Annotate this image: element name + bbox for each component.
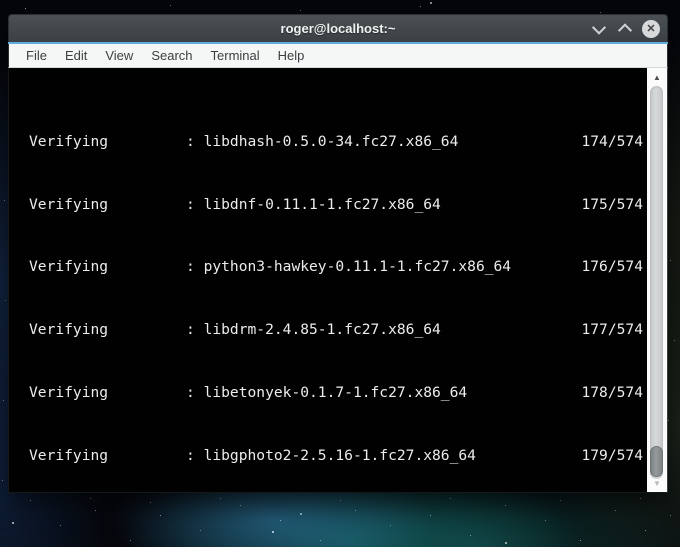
- menu-item[interactable]: File: [17, 44, 56, 67]
- package-name: python3-hawkey-0.11.1-1.fc27.x86_64: [203, 258, 512, 276]
- titlebar[interactable]: roger@localhost:~ ✕: [8, 14, 668, 42]
- verify-action-label: Verifying: [29, 195, 109, 213]
- terminal-line: Verifying : libetonyek-0.1.7-1.fc27.x86_…: [29, 385, 643, 401]
- starfield-bright: [0, 0, 2, 2]
- progress-counter: 174/574: [581, 132, 643, 150]
- window-controls: ✕: [590, 15, 660, 42]
- window-title: roger@localhost:~: [280, 21, 396, 36]
- menu-item[interactable]: Search: [142, 44, 201, 67]
- progress-counter: 179/574: [581, 446, 643, 464]
- package-name: libdrm-2.4.85-1.fc27.x86_64: [203, 321, 441, 339]
- terminal-line: Verifying : libdnf-0.11.1-1.fc27.x86_64 …: [29, 195, 643, 213]
- verify-action-label: Verifying: [29, 321, 109, 339]
- verify-action-label: Verifying: [29, 384, 109, 402]
- menu-item[interactable]: Terminal: [202, 44, 269, 67]
- separator: :: [186, 384, 204, 402]
- terminal-window: roger@localhost:~ ✕ File Edit View Searc…: [8, 14, 668, 493]
- scroll-down-icon[interactable]: ▼: [647, 477, 667, 491]
- verify-action-label: Verifying: [29, 258, 109, 276]
- menu-item[interactable]: Edit: [56, 44, 96, 67]
- progress-counter: 177/574: [581, 321, 643, 339]
- verify-action-label: Verifying: [29, 132, 109, 150]
- progress-counter: 178/574: [581, 384, 643, 402]
- terminal-line: Verifying : libdrm-2.4.85-1.fc27.x86_64 …: [29, 322, 643, 338]
- maximize-button[interactable]: [616, 20, 634, 38]
- progress-counter: 175/574: [581, 195, 643, 213]
- chevron-down-icon: [591, 20, 607, 35]
- separator: :: [186, 195, 204, 213]
- scroll-up-icon[interactable]: ▲: [647, 71, 667, 85]
- scrollbar[interactable]: ▲ ▼: [647, 68, 667, 492]
- close-icon: ✕: [642, 19, 660, 38]
- chevron-up-icon: [617, 22, 633, 37]
- terminal-line: Verifying : python3-hawkey-0.11.1-1.fc27…: [29, 259, 643, 275]
- menubar: File Edit View Search Terminal Help: [8, 44, 668, 68]
- scrollbar-trough[interactable]: [650, 86, 663, 479]
- separator: :: [186, 258, 204, 276]
- package-name: libetonyek-0.1.7-1.fc27.x86_64: [203, 384, 468, 402]
- menu-item[interactable]: Help: [269, 44, 314, 67]
- terminal-line: Verifying : libdhash-0.5.0-34.fc27.x86_6…: [29, 134, 643, 150]
- progress-counter: 176/574: [581, 258, 643, 276]
- minimize-button[interactable]: [590, 20, 608, 38]
- terminal-line: Verifying : libgphoto2-2.5.16-1.fc27.x86…: [29, 448, 643, 464]
- menu-item[interactable]: View: [96, 44, 142, 67]
- desktop-wallpaper: roger@localhost:~ ✕ File Edit View Searc…: [0, 0, 680, 547]
- package-name: libdhash-0.5.0-34.fc27.x86_64: [203, 132, 459, 150]
- package-name: libgphoto2-2.5.16-1.fc27.x86_64: [203, 446, 476, 464]
- terminal-output[interactable]: Verifying : libdhash-0.5.0-34.fc27.x86_6…: [9, 68, 647, 492]
- verify-action-label: Verifying: [29, 446, 109, 464]
- package-name: libdnf-0.11.1-1.fc27.x86_64: [203, 195, 441, 213]
- close-button[interactable]: ✕: [642, 19, 660, 38]
- window-content: Verifying : libdhash-0.5.0-34.fc27.x86_6…: [8, 68, 668, 493]
- separator: :: [186, 132, 204, 150]
- scrollbar-thumb[interactable]: [650, 446, 663, 477]
- separator: :: [186, 446, 204, 464]
- separator: :: [186, 321, 204, 339]
